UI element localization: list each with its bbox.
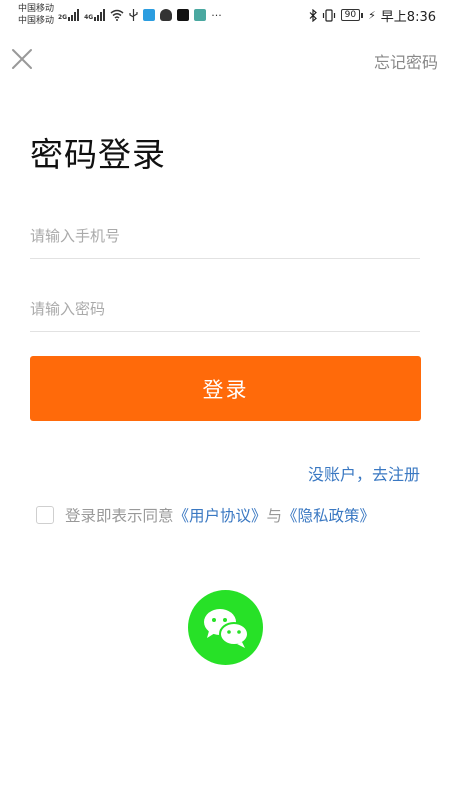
page-title: 密码登录 (30, 135, 166, 174)
close-icon (12, 49, 32, 69)
password-field-container (30, 287, 420, 332)
bluetooth-icon (309, 8, 317, 22)
signal-2g: 2G (58, 9, 80, 21)
signal-bars-icon (94, 9, 106, 21)
status-icons-right: 90 ⚡ 早上8:36 (309, 6, 436, 25)
close-button[interactable] (10, 47, 34, 71)
wifi-icon (110, 9, 124, 21)
app-notification-icon (194, 9, 207, 21)
wechat-login-button[interactable] (188, 590, 263, 665)
agreement-checkbox[interactable] (36, 506, 54, 524)
agreement-row: 登录即表示同意 《用户协议》 与 《隐私政策》 (36, 503, 375, 527)
login-button[interactable]: 登录 (30, 356, 421, 421)
carrier-info: 中国移动 中国移动 (18, 3, 54, 27)
battery-icon: 90 (340, 9, 364, 21)
charging-icon: ⚡ (368, 8, 376, 22)
register-link[interactable]: 没账户，去注册 (308, 461, 420, 485)
vibrate-icon (322, 8, 335, 22)
status-bar: 中国移动 中国移动 2G 4G ··· 90 ⚡ 早上8:36 (0, 0, 450, 34)
signal-bars-icon (68, 9, 80, 21)
agreement-prefix: 登录即表示同意 (65, 507, 174, 525)
qq-icon (160, 9, 173, 21)
carrier-2: 中国移动 (18, 16, 55, 26)
telegram-icon (143, 9, 156, 21)
forgot-password-link[interactable]: 忘记密码 (374, 49, 438, 73)
status-icons-left: 2G 4G ··· (58, 6, 222, 24)
phone-input[interactable] (30, 214, 420, 258)
user-agreement-link[interactable]: 《用户协议》 (174, 504, 267, 526)
usb-icon (129, 9, 138, 21)
agreement-connector: 与 (266, 507, 283, 525)
more-notifications-icon: ··· (211, 8, 222, 22)
tiktok-icon (177, 9, 190, 21)
privacy-policy-link[interactable]: 《隐私政策》 (282, 504, 375, 526)
signal-4g: 4G (84, 9, 106, 21)
phone-field-container (30, 214, 420, 259)
wechat-icon (203, 608, 249, 648)
password-input[interactable] (30, 287, 420, 331)
clock: 早上8:36 (380, 9, 436, 25)
carrier-1: 中国移动 (18, 4, 55, 14)
